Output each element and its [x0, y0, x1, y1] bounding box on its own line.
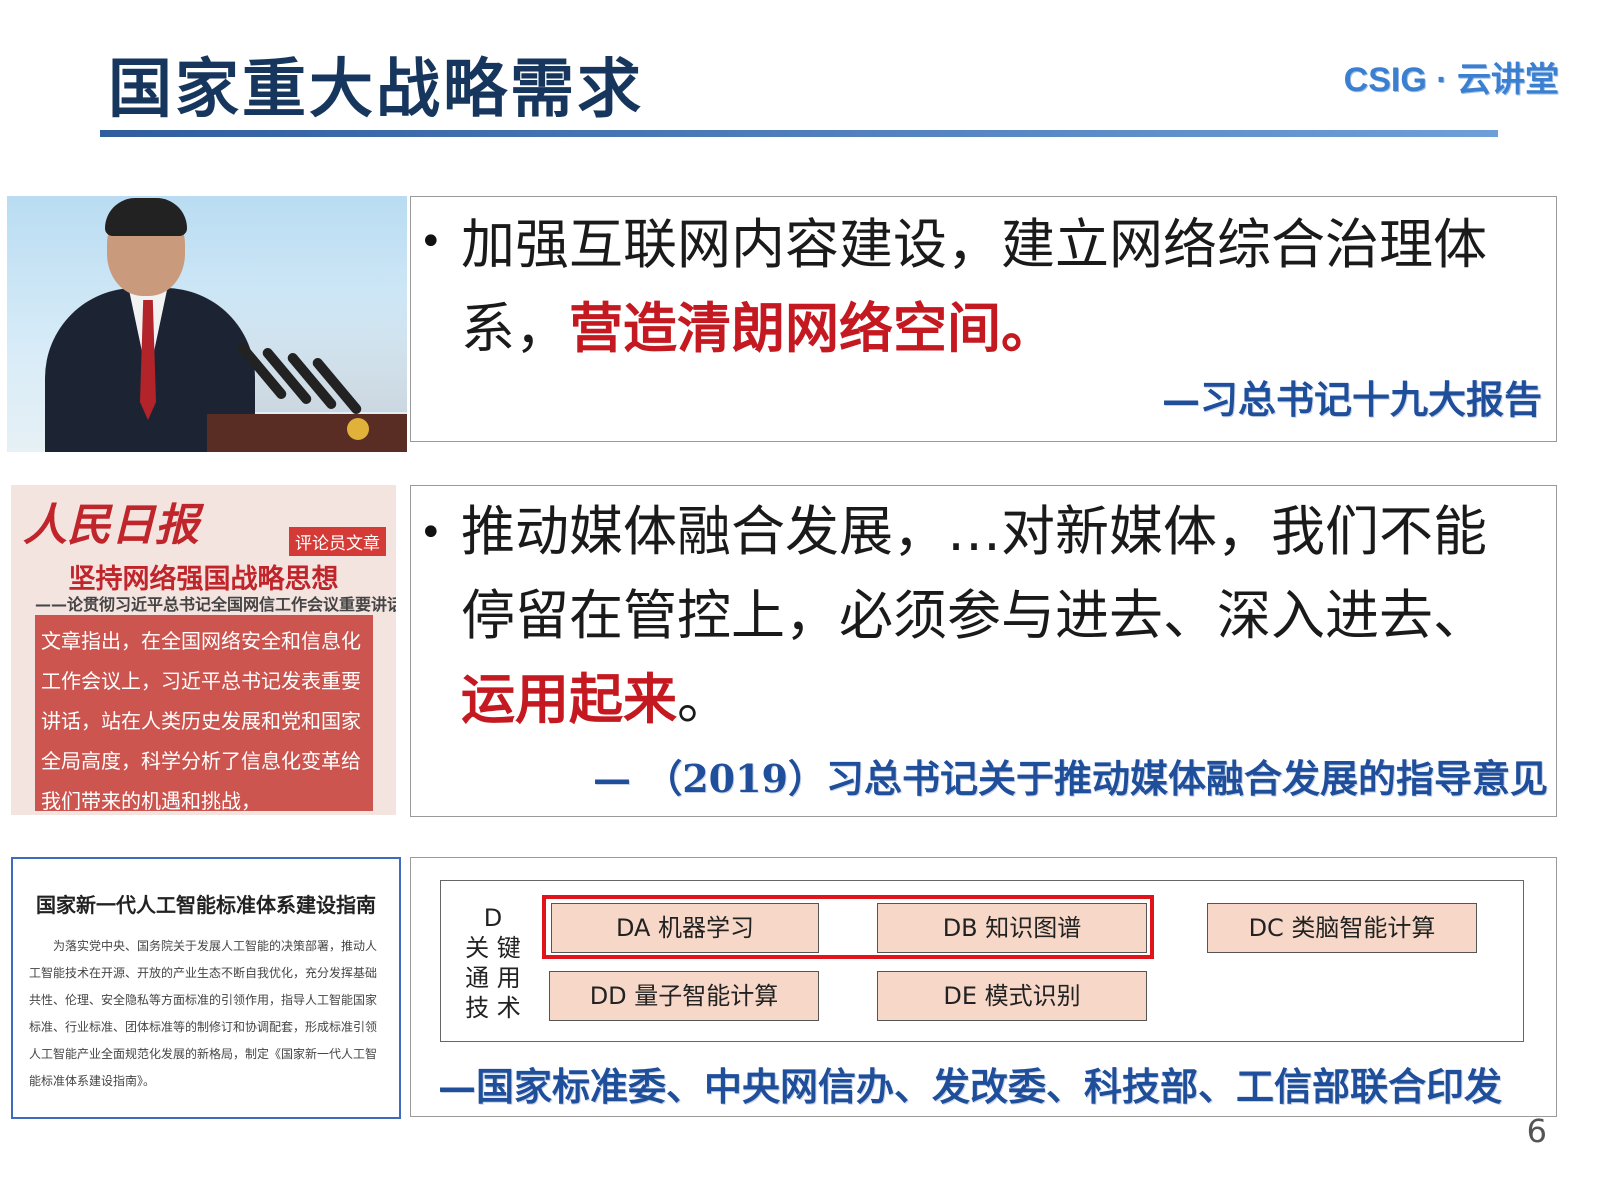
newspaper-clipping: 人民日报 评论员文章 坚持网络强国战略思想 ——论贯彻习近平总书记全国网信工作会… [11, 485, 396, 815]
photo-hair [105, 198, 187, 236]
slide-title: 国家重大战略需求 [108, 53, 644, 127]
quote-2-source: — （2019）习总书记关于推动媒体融合发展的指导意见 [593, 756, 1548, 801]
bullet-icon: • [419, 219, 443, 265]
quote-2-line3: 运用起来。 [461, 658, 731, 742]
newspaper-subline: ——论贯彻习近平总书记全国网信工作会议重要讲话 [35, 595, 396, 614]
diagram-category-label: D 关 键 通 用 技 术 [463, 903, 523, 1023]
diagram-box-dc: DC 类脑智能计算 [1207, 903, 1477, 953]
newspaper-tag: 评论员文章 [289, 527, 386, 556]
diagram-label-line1: 关 键 [465, 934, 521, 962]
newspaper-masthead: 人民日报 [23, 500, 199, 551]
speaker-photo [7, 196, 407, 452]
bullet-icon: • [419, 510, 443, 556]
diagram-label-letter: D [483, 904, 503, 932]
quote-box-2: • 推动媒体融合发展，…对新媒体，我们不能 停留在管控上，必须参与进去、深入进去… [410, 485, 1557, 817]
document-title: 国家新一代人工智能标准体系建设指南 [36, 893, 376, 917]
quote-2-end: 。 [677, 668, 731, 731]
document-clipping: 国家新一代人工智能标准体系建设指南 为落实党中央、国务院关于发展人工智能的决策部… [11, 857, 401, 1119]
csig-logo: CSIG · 云讲堂 [1343, 61, 1559, 99]
quote-2-highlight: 运用起来 [461, 668, 677, 731]
diagram-label-line3: 技 术 [465, 994, 521, 1022]
page-number: 6 [1526, 1112, 1547, 1150]
quote-1-line1: 加强互联网内容建设，建立网络综合治理体 [461, 213, 1487, 276]
podium [207, 414, 407, 452]
quote-3-source: —国家标准委、中央网信办、发改委、科技部、工信部联合印发 [438, 1064, 1503, 1109]
newspaper-body: 文章指出，在全国网络安全和信息化工作会议上，习近平总书记发表重要讲话，站在人类历… [35, 615, 373, 813]
emblem [347, 418, 369, 440]
diagram-label-line2: 通 用 [465, 964, 521, 992]
quote-1-line2: 系，营造清朗网络空间。 [461, 287, 1055, 371]
document-body: 为落实党中央、国务院关于发展人工智能的决策部署，推动人工智能技术在开源、开放的产… [29, 939, 378, 1088]
diagram-box-dd: DD 量子智能计算 [549, 971, 819, 1021]
technology-diagram: D 关 键 通 用 技 术 DA 机器学习 DB 知识图谱 DC 类脑智能计算 … [440, 880, 1524, 1042]
highlight-frame [542, 895, 1154, 959]
quote-1-highlight: 营造清朗网络空间。 [569, 297, 1055, 360]
diagram-box-de: DE 模式识别 [877, 971, 1147, 1021]
quote-box-1: • 加强互联网内容建设，建立网络综合治理体 系，营造清朗网络空间。 —习总书记十… [410, 196, 1557, 442]
quote-2-line2: 停留在管控上，必须参与进去、深入进去、 [461, 584, 1487, 647]
quote-1-plain: 系， [461, 297, 569, 360]
title-underline [100, 130, 1498, 137]
quote-2-line1: 推动媒体融合发展，…对新媒体，我们不能 [461, 500, 1487, 563]
quote-1-source: —习总书记十九大报告 [1161, 377, 1542, 422]
